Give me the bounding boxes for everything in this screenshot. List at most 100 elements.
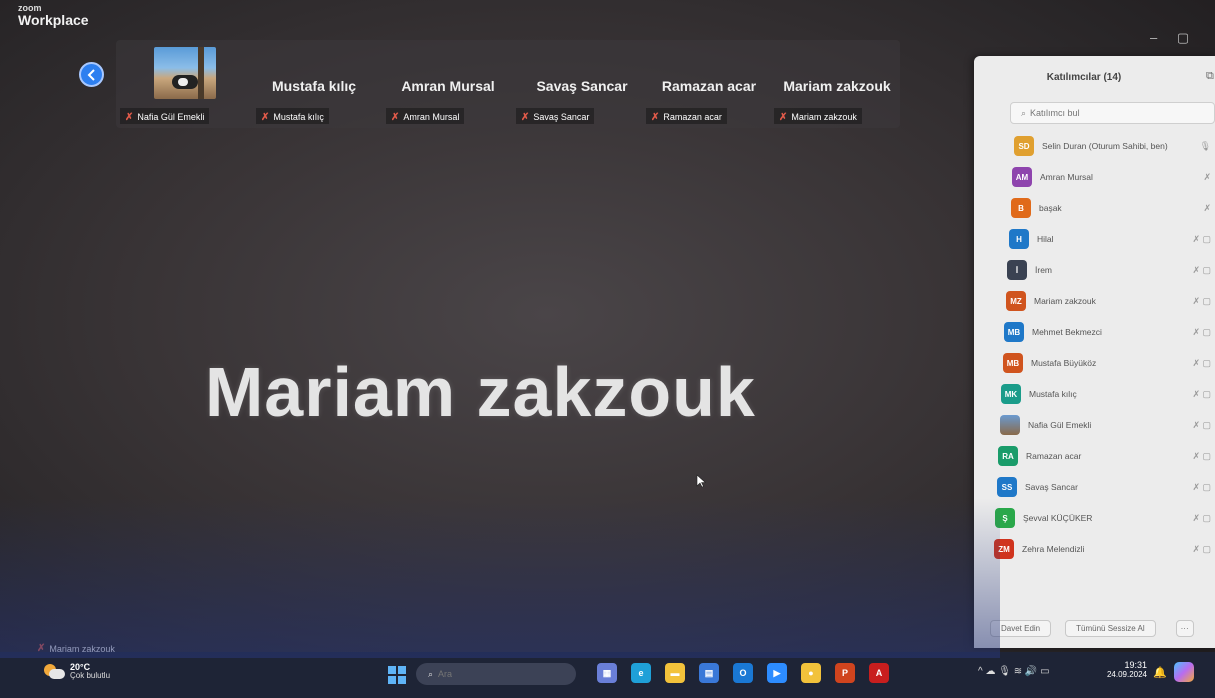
mic-off-icon[interactable]: ✗ ▢ <box>1192 234 1211 245</box>
acrobat-icon[interactable]: A <box>869 663 889 683</box>
mic-off-icon[interactable]: ✗ ▢ <box>1192 327 1211 338</box>
tile-label-text: Mustafa kılıç <box>273 112 324 122</box>
participant-avatar: MZ <box>1006 291 1026 311</box>
participant-name: Mariam zakzouk <box>1034 296 1096 306</box>
participant-search-input[interactable] <box>1030 108 1191 118</box>
chevron-left-icon <box>87 68 95 81</box>
participant-row[interactable]: MB Mustafa Büyüköz ✗ ▢ <box>974 349 1215 377</box>
widgets-icon[interactable]: ▦ <box>597 663 617 683</box>
participant-row[interactable]: Nafia Gül Emekli ✗ ▢ <box>974 411 1215 439</box>
participant-row[interactable]: MK Mustafa kılıç ✗ ▢ <box>974 380 1215 408</box>
explorer-icon[interactable]: ▬ <box>665 663 685 683</box>
video-tile[interactable]: Amran Mursal ✗ Amran Mursal <box>382 40 514 128</box>
weather-widget[interactable]: 20°C Çok bulutlu <box>44 662 110 681</box>
participant-name: başak <box>1039 203 1062 213</box>
participant-avatar: SS <box>997 477 1017 497</box>
participant-avatar: RA <box>998 446 1018 466</box>
store-icon[interactable]: ▤ <box>699 663 719 683</box>
participant-row[interactable]: ZM Zehra Melendizli ✗ ▢ <box>974 535 1215 563</box>
tile-name: Savaş Sancar <box>536 78 628 94</box>
mic-off-icon[interactable]: ✗ ▢ <box>1192 544 1211 555</box>
participant-avatar: B <box>1011 198 1031 218</box>
system-tray[interactable]: ^ ☁ 🎙 ≋ 🔊 ▭ <box>978 666 1060 677</box>
video-tile[interactable]: ✗ Nafia Gül Emekli <box>116 40 236 128</box>
zoom-meeting-screen: zoom Workplace – ▢ ✗ Nafia Gül Emekli Mu… <box>0 0 1215 698</box>
participant-avatar: İ <box>1007 260 1027 280</box>
copilot-icon[interactable] <box>1174 662 1194 682</box>
participant-row[interactable]: MB Mehmet Bekmezci ✗ ▢ <box>974 318 1215 346</box>
popout-icon[interactable]: ⧉ <box>1206 70 1214 83</box>
strip-back-button[interactable] <box>79 62 104 87</box>
tray-icons[interactable]: ^ ☁ 🎙 ≋ 🔊 ▭ <box>978 666 1050 677</box>
mic-off-icon: ✗ <box>779 111 788 123</box>
video-tile[interactable]: Mariam zakzouk ✗ Mariam zakzouk <box>774 40 900 128</box>
tile-label: ✗ Mariam zakzouk <box>774 108 862 124</box>
edge-icon[interactable]: e <box>631 663 651 683</box>
participant-name: Mustafa Büyüköz <box>1031 358 1097 368</box>
participant-avatar: MB <box>1004 322 1024 342</box>
powerpoint-icon[interactable]: P <box>835 663 855 683</box>
taskbar-search-input[interactable] <box>438 669 559 679</box>
notification-bell-icon[interactable]: 🔔 <box>1153 666 1167 679</box>
mic-off-icon[interactable]: ✗ ▢ <box>1192 358 1211 369</box>
mic-off-icon[interactable]: ✗ ▢ <box>1192 296 1211 307</box>
video-tile[interactable]: Mustafa kılıç ✗ Mustafa kılıç <box>248 40 380 128</box>
chrome-icon[interactable]: ● <box>801 663 821 683</box>
minimize-icon[interactable]: – <box>1150 30 1157 45</box>
participant-strip: ✗ Nafia Gül Emekli Mustafa kılıç ✗ Musta… <box>116 40 900 128</box>
active-speaker-name: Mariam zakzouk <box>205 353 756 431</box>
mic-off-icon[interactable]: ✗ <box>1203 203 1211 214</box>
mic-off-icon: ✗ <box>125 111 134 123</box>
video-tile[interactable]: Ramazan acar ✗ Ramazan acar <box>644 40 774 128</box>
participant-row[interactable]: SD Selin Duran (Oturum Sahibi, ben) 🎙 <box>974 132 1215 160</box>
clock[interactable]: 19:31 24.09.2024 <box>1103 660 1147 680</box>
zoom-icon[interactable]: ▶ <box>767 663 787 683</box>
participant-row[interactable]: MZ Mariam zakzouk ✗ ▢ <box>974 287 1215 315</box>
participant-row[interactable]: İ İrem ✗ ▢ <box>974 256 1215 284</box>
tile-name: Mustafa kılıç <box>271 78 357 94</box>
taskbar-search[interactable]: ⌕ <box>416 663 576 685</box>
tile-name: Amran Mursal <box>401 78 495 94</box>
participants-panel: Katılımcılar (14) ⧉ ⌕ SD Selin Duran (Ot… <box>974 56 1215 648</box>
mute-all-button[interactable]: Tümünü Sessize Al <box>1065 620 1156 637</box>
clock-time: 19:31 <box>1124 660 1147 670</box>
participant-name: Savaş Sancar <box>1025 482 1078 492</box>
invite-button[interactable]: Davet Edin <box>990 620 1052 637</box>
mic-off-icon: ✗ <box>261 111 270 123</box>
mic-off-icon[interactable]: ✗ ▢ <box>1192 482 1211 493</box>
participant-row[interactable]: SS Savaş Sancar ✗ ▢ <box>974 473 1215 501</box>
clock-date: 24.09.2024 <box>1106 670 1147 680</box>
participant-row[interactable]: H Hilal ✗ ▢ <box>974 225 1215 253</box>
mic-off-icon[interactable]: ✗ ▢ <box>1192 420 1211 431</box>
search-icon: ⌕ <box>428 668 434 679</box>
brand-big: Workplace <box>18 12 89 28</box>
participant-row[interactable]: Ş Şevval KÜÇÜKER ✗ ▢ <box>974 504 1215 532</box>
outlook-icon[interactable]: O <box>733 663 753 683</box>
tile-label: ✗ Nafia Gül Emekli <box>120 108 210 124</box>
start-button[interactable] <box>388 666 406 684</box>
tile-name: Mariam zakzouk <box>783 78 891 94</box>
tile-label: ✗ Ramazan acar <box>646 108 727 124</box>
restore-icon[interactable]: ▢ <box>1177 30 1189 45</box>
mic-off-icon[interactable]: ✗ ▢ <box>1192 451 1211 462</box>
participant-name: Zehra Melendizli <box>1022 544 1085 554</box>
mic-off-icon[interactable]: ✗ ▢ <box>1192 265 1211 276</box>
participant-row[interactable]: AM Amran Mursal ✗ <box>974 163 1215 191</box>
participants-title: Katılımcılar (14) <box>1046 72 1122 83</box>
participant-avatar <box>1000 415 1020 435</box>
participant-search[interactable]: ⌕ <box>1010 102 1215 124</box>
tile-label-text: Savaş Sancar <box>533 112 590 122</box>
participant-name: Nafia Gül Emekli <box>1028 420 1092 430</box>
mic-off-icon[interactable]: ✗ <box>1203 172 1211 183</box>
participant-row[interactable]: B başak ✗ <box>974 194 1215 222</box>
mic-icon[interactable]: 🎙 <box>1200 141 1211 152</box>
tile-name: Ramazan acar <box>661 78 757 94</box>
video-tile[interactable]: Savaş Sancar ✗ Savaş Sancar <box>516 40 648 128</box>
participant-avatar: MK <box>1001 384 1021 404</box>
weather-icon <box>44 663 66 680</box>
participant-row[interactable]: RA Ramazan acar ✗ ▢ <box>974 442 1215 470</box>
participant-avatar: AM <box>1012 167 1032 187</box>
mic-off-icon[interactable]: ✗ ▢ <box>1192 389 1211 400</box>
mic-off-icon[interactable]: ✗ ▢ <box>1192 513 1211 524</box>
more-options-button[interactable]: ··· <box>1175 620 1194 637</box>
